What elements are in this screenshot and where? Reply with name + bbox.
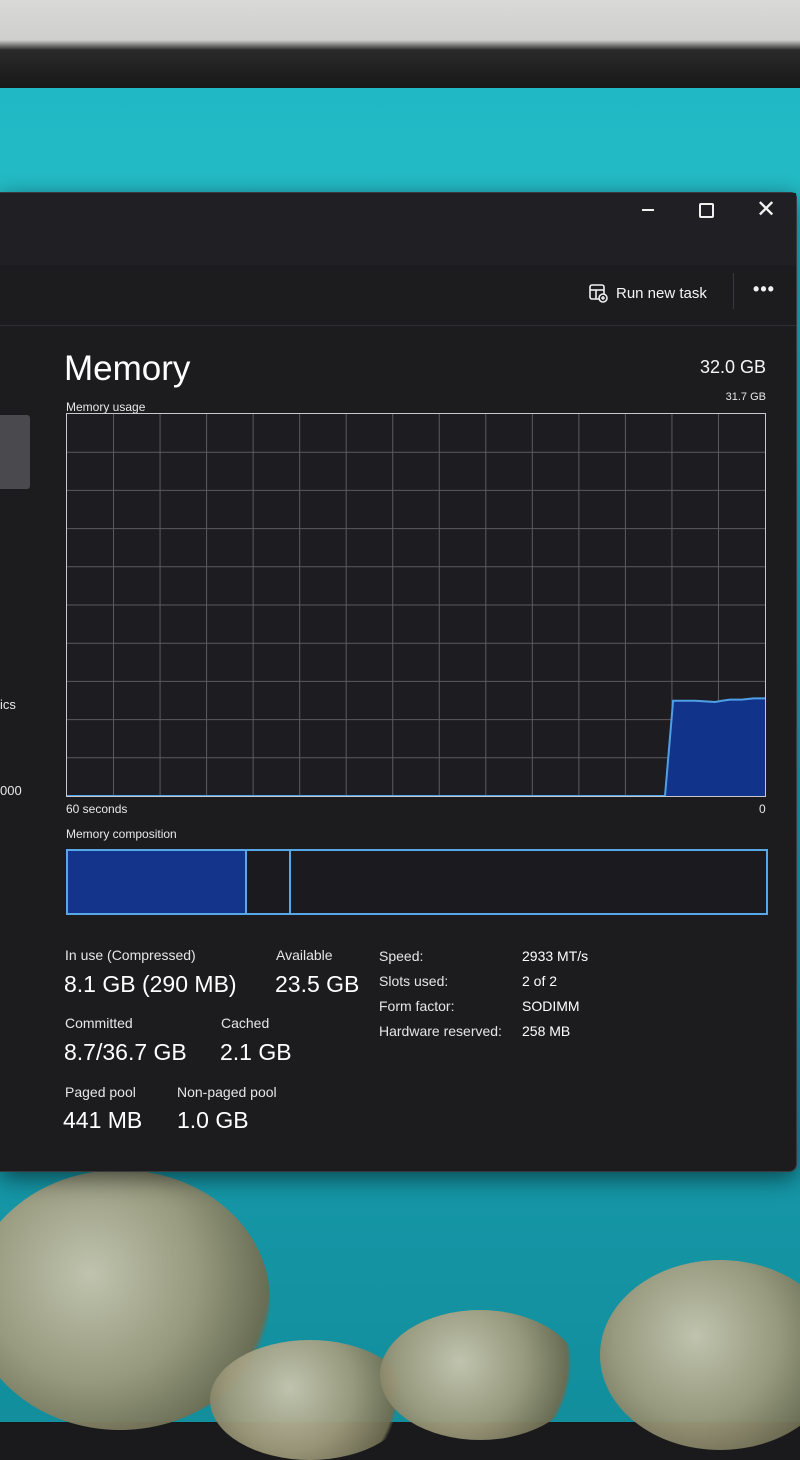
- run-new-task-button[interactable]: Run new task: [588, 275, 728, 311]
- composition-modified-segment[interactable]: [247, 851, 292, 913]
- composition-in-use-segment[interactable]: [68, 851, 248, 913]
- toolbar-divider: [733, 273, 734, 309]
- wallpaper-tree: [380, 1310, 580, 1440]
- committed-label: Committed: [65, 1015, 133, 1031]
- memory-usage-graph: [66, 413, 766, 797]
- memory-usage-max: 31.7 GB: [725, 391, 766, 403]
- spec-form-factor-value: SODIMM: [522, 998, 580, 1014]
- paged-pool-label: Paged pool: [65, 1084, 136, 1100]
- memory-composition-label: Memory composition: [66, 827, 177, 841]
- monitor-bezel: [0, 0, 800, 100]
- memory-composition-bar: [66, 849, 768, 915]
- committed-value: 8.7/36.7 GB: [64, 1039, 187, 1065]
- cached-label: Cached: [221, 1015, 270, 1031]
- sidebar-item-label[interactable]: ics: [0, 697, 16, 712]
- sidebar-item-selected[interactable]: [0, 415, 30, 489]
- spec-slots-label: Slots used:: [379, 973, 449, 989]
- run-new-task-label: Run new task: [616, 284, 707, 302]
- spec-slots-value: 2 of 2: [522, 973, 558, 989]
- more-options-button[interactable]: •••: [746, 277, 782, 307]
- paged-pool-value: 441 MB: [63, 1107, 143, 1133]
- wallpaper-tree: [210, 1340, 410, 1460]
- spec-hardware-reserved-label: Hardware reserved:: [379, 1023, 502, 1039]
- memory-total: 32.0 GB: [699, 357, 766, 377]
- cached-value: 2.1 GB: [220, 1039, 292, 1065]
- usage-area-fill: [67, 698, 765, 796]
- title-bar[interactable]: ✕: [0, 193, 796, 265]
- usage-series-line: [67, 697, 765, 796]
- minimize-button[interactable]: [618, 195, 678, 225]
- non-paged-pool-label: Non-paged pool: [177, 1084, 277, 1100]
- spec-hardware-reserved-value: 258 MB: [522, 1023, 571, 1039]
- graph-axis-right-label: 0: [759, 802, 766, 816]
- run-task-icon: [588, 283, 608, 303]
- spec-speed-value: 2933 MT/s: [522, 948, 589, 964]
- maximize-icon: [698, 202, 714, 218]
- spec-form-factor-label: Form factor:: [379, 998, 455, 1014]
- non-paged-pool-value: 1.0 GB: [177, 1107, 249, 1133]
- spec-speed-label: Speed:: [379, 948, 424, 964]
- page-title: Memory: [64, 349, 191, 388]
- minimize-icon: [642, 209, 654, 211]
- graph-axis-left-label: 60 seconds: [66, 802, 128, 816]
- sidebar-item-value: 000: [0, 783, 22, 798]
- close-icon: ✕: [755, 196, 777, 223]
- task-manager-window: ✕ Run new task ••• ics 000 Memory 32.0 G…: [0, 192, 797, 1172]
- memory-usage-label: Memory usage: [66, 400, 146, 414]
- toolbar: Run new task •••: [0, 265, 796, 326]
- in-use-label: In use (Compressed): [65, 947, 196, 963]
- maximize-button[interactable]: [676, 195, 736, 225]
- available-label: Available: [276, 947, 333, 963]
- close-button[interactable]: ✕: [736, 195, 796, 225]
- memory-usage-chart: [67, 414, 765, 796]
- available-value: 23.5 GB: [275, 971, 360, 997]
- in-use-value: 8.1 GB (290 MB): [64, 971, 237, 997]
